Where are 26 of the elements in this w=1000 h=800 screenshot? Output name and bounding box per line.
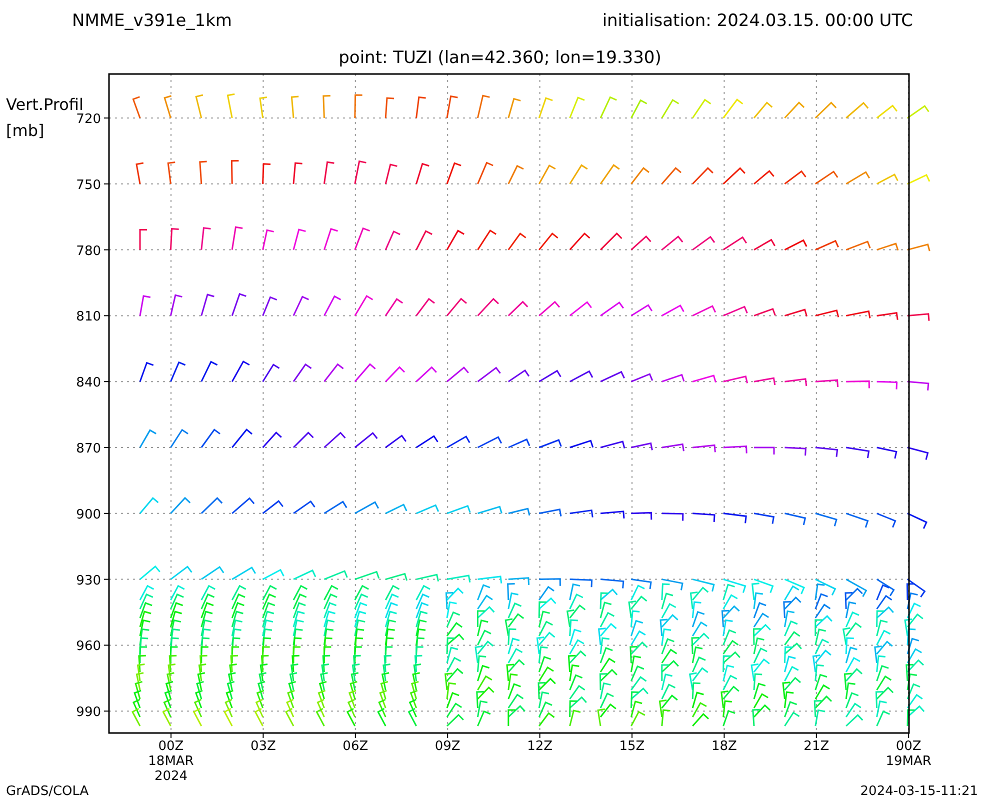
- x-tick-label: 12Z: [527, 739, 553, 754]
- x-tick-label: 03Z: [250, 739, 276, 754]
- y-tick-label: 930: [76, 573, 101, 588]
- y-tick-label: 990: [76, 705, 101, 720]
- x-tick-label: 06Z: [342, 739, 368, 754]
- initialisation-time: initialisation: 2024.03.15. 00:00 UTC: [602, 11, 913, 31]
- y-tick-label: 870: [76, 442, 101, 456]
- y-tick-label: 810: [76, 310, 101, 325]
- model-name: NMME_v391e_1km: [72, 11, 232, 31]
- x-tick-label: 09Z: [434, 739, 460, 754]
- footer-timestamp: 2024-03-15-11:21: [860, 784, 978, 799]
- y-tick-label: 960: [76, 639, 101, 654]
- y-tick-label: 780: [76, 244, 101, 259]
- point-location: point: TUZI (lan=42.360; lon=19.330): [338, 48, 662, 68]
- axis-title: [mb]: [6, 121, 44, 140]
- x-tick-label: 21Z: [804, 739, 830, 754]
- y-tick-label: 750: [76, 178, 101, 193]
- x-tick-label: 15Z: [619, 739, 645, 754]
- x-tick-label: 18Z: [711, 739, 737, 754]
- axis-title: Vert.Profil: [6, 95, 84, 114]
- y-tick-label: 720: [76, 112, 101, 127]
- x-tick-label: 00Z 19MAR: [886, 739, 932, 769]
- x-tick-label: 00Z 18MAR 2024: [148, 739, 194, 784]
- footer-credit: GrADS/COLA: [6, 784, 89, 799]
- y-tick-label: 840: [76, 376, 101, 391]
- y-tick-label: 900: [76, 507, 101, 522]
